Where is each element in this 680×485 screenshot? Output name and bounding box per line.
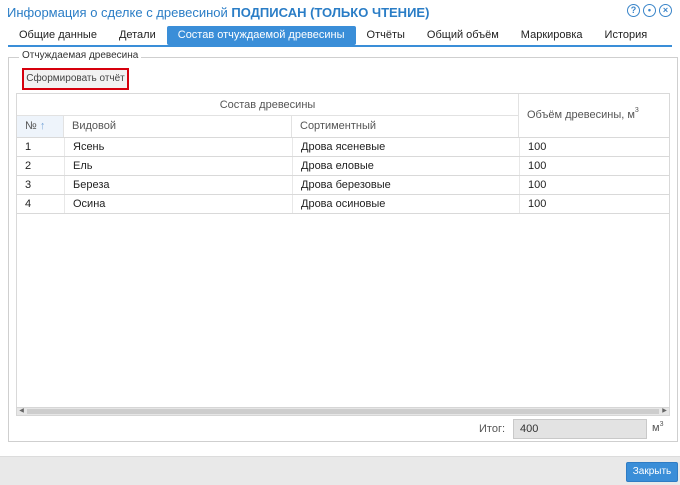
table-row[interactable]: 3 Береза Дрова березовые 100 bbox=[17, 176, 669, 195]
column-header-volume[interactable]: Объём древесины, м3 bbox=[519, 94, 669, 137]
alienated-wood-panel: Отчуждаемая древесина Сформировать отчёт… bbox=[8, 50, 678, 442]
generate-report-button[interactable]: Сформировать отчёт bbox=[22, 68, 129, 90]
cell-species: Осина bbox=[64, 195, 292, 213]
cell-volume: 100 bbox=[519, 157, 669, 175]
help-icon[interactable]: ? bbox=[627, 4, 640, 17]
total-unit-label: м bbox=[652, 422, 660, 434]
scroll-right-icon[interactable]: ▶ bbox=[660, 408, 669, 415]
tab-history[interactable]: История bbox=[594, 26, 659, 45]
number-header-label: № bbox=[25, 120, 37, 132]
cell-number: 4 bbox=[25, 198, 32, 210]
tab-bar: Общие данные Детали Состав отчуждаемой д… bbox=[8, 26, 672, 45]
settings-icon[interactable]: • bbox=[643, 4, 656, 17]
table-row[interactable]: 2 Ель Дрова еловые 100 bbox=[17, 157, 669, 176]
column-header-species[interactable]: Видовой bbox=[64, 116, 292, 137]
sort-ascending-icon: ↑ bbox=[39, 120, 46, 132]
horizontal-scrollbar[interactable]: ◀ ▶ bbox=[16, 407, 670, 416]
title-prefix: Информация о сделке с древесиной bbox=[7, 4, 232, 20]
total-unit: м3 bbox=[652, 421, 664, 434]
window-title: Информация о сделке с древесиной ПОДПИСА… bbox=[7, 5, 429, 20]
total-value-field: 400 bbox=[513, 419, 647, 439]
window-header: Информация о сделке с древесиной ПОДПИСА… bbox=[0, 0, 680, 24]
close-icon[interactable]: × bbox=[659, 4, 672, 17]
cell-assortment: Дрова еловые bbox=[292, 157, 519, 175]
cell-number: 1 bbox=[25, 141, 32, 153]
table-row[interactable]: 4 Осина Дрова осиновые 100 bbox=[17, 195, 669, 214]
table-row[interactable]: 1 Ясень Дрова ясеневые 100 bbox=[17, 138, 669, 157]
cell-volume: 100 bbox=[519, 138, 669, 156]
close-button[interactable]: Закрыть bbox=[626, 462, 678, 482]
cell-volume: 100 bbox=[519, 176, 669, 194]
tab-reports[interactable]: Отчёты bbox=[356, 26, 416, 45]
tab-marking[interactable]: Маркировка bbox=[510, 26, 594, 45]
wood-grid: Состав древесины Объём древесины, м3 № ↑ … bbox=[16, 93, 670, 408]
volume-header-label: Объём древесины, м bbox=[527, 109, 635, 121]
header-icons: ? • × bbox=[627, 4, 672, 17]
cell-species: Береза bbox=[64, 176, 292, 194]
tab-general[interactable]: Общие данные bbox=[8, 26, 108, 45]
column-header-number[interactable]: № ↑ bbox=[17, 116, 64, 137]
tab-total-volume[interactable]: Общий объём bbox=[416, 26, 510, 45]
total-label: Итог: bbox=[479, 423, 506, 435]
group-header-composition: Состав древесины bbox=[17, 94, 519, 116]
cell-number: 2 bbox=[25, 160, 32, 172]
cell-species: Ель bbox=[64, 157, 292, 175]
cell-assortment: Дрова ясеневые bbox=[292, 138, 519, 156]
cell-species: Ясень bbox=[64, 138, 292, 156]
column-header-assortment[interactable]: Сортиментный bbox=[292, 116, 519, 137]
read-only-mode: (ТОЛЬКО ЧТЕНИЕ) bbox=[306, 4, 430, 20]
volume-header-sup: 3 bbox=[634, 107, 639, 114]
scrollbar-thumb[interactable] bbox=[27, 409, 659, 414]
cell-number: 3 bbox=[25, 179, 32, 191]
tab-wood-composition[interactable]: Состав отчуждаемой древесины bbox=[166, 26, 356, 45]
scroll-left-icon[interactable]: ◀ bbox=[17, 408, 26, 415]
total-unit-sup: 3 bbox=[659, 421, 664, 428]
tab-underline bbox=[8, 45, 672, 47]
cell-assortment: Дрова березовые bbox=[292, 176, 519, 194]
cell-assortment: Дрова осиновые bbox=[292, 195, 519, 213]
tab-details[interactable]: Детали bbox=[108, 26, 167, 45]
deal-status: ПОДПИСАН bbox=[231, 4, 307, 20]
cell-volume: 100 bbox=[519, 195, 669, 213]
dialog-footer: Закрыть bbox=[0, 456, 680, 485]
panel-legend: Отчуждаемая древесина bbox=[19, 50, 142, 61]
